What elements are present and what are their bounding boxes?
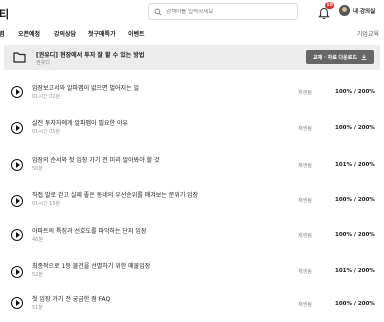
site-logo[interactable]: 티	[0, 6, 9, 22]
lesson-title: 최종적으로 1등 물건을 선별하기 위한 매물임장	[32, 263, 151, 270]
lesson-duration: 01시간 15분	[32, 201, 61, 207]
avatar	[339, 5, 350, 16]
lesson-duration: 50분	[32, 166, 43, 172]
lesson-row[interactable]: 직접 발로 걷고 실제 좋은 동네의 우선순위를 매겨보는 분위기 임장 01시…	[0, 187, 384, 221]
lesson-progress: 101% / 200%	[335, 268, 375, 274]
lesson-progress: 100% / 200%	[335, 89, 375, 95]
play-icon[interactable]	[11, 195, 23, 207]
lesson-progress: 101% / 200%	[335, 162, 375, 168]
lesson-status[interactable]: 재생됨	[298, 125, 312, 132]
folder-icon	[13, 52, 26, 63]
lesson-title: 임장보고서와 알파맵이 없으면 벌어지는 일	[32, 85, 139, 92]
lesson-status[interactable]: 재생됨	[298, 89, 312, 96]
nav-item-consult[interactable]: 강의상담	[54, 29, 76, 38]
lesson-row[interactable]: 첫 임장 가기 전 궁금한 점 FAQ 51분 재생됨 100% / 200%	[0, 292, 384, 322]
course-banner: [권유디] 현장에서 투자 잘 할 수 있는 방법 권유디 교재 · 자료 다운…	[4, 45, 380, 70]
lesson-duration: 46분	[32, 237, 43, 243]
nav-item-events[interactable]: 이벤트	[128, 29, 145, 38]
nav-item-partial[interactable]: 렴	[0, 29, 5, 38]
lesson-title: 직접 발로 걷고 실제 좋은 동네의 우선순위를 매겨보는 분위기 임장	[32, 192, 199, 199]
lesson-duration: 01시간 05분	[32, 129, 61, 135]
lesson-duration: 51분	[32, 305, 43, 311]
nav-item-first-purchase[interactable]: 첫구매특가	[88, 29, 116, 38]
search-icon	[154, 7, 162, 16]
lesson-title: 아파트의 특징과 선호도를 파악하는 단지 임장	[32, 228, 147, 235]
play-icon[interactable]	[11, 266, 23, 278]
lesson-progress: 100% / 200%	[335, 197, 375, 203]
lesson-status[interactable]: 재생됨	[298, 232, 312, 239]
lesson-progress: 100% / 200%	[335, 125, 375, 131]
top-header: 티 10 내 강의실	[0, 0, 384, 24]
nav-item-upcoming[interactable]: 오픈예정	[18, 29, 40, 38]
lesson-row[interactable]: 아파트의 특징과 선호도를 파악하는 단지 임장 46분 재생됨 100% / …	[0, 223, 384, 257]
lesson-progress: 100% / 200%	[335, 301, 375, 307]
download-button-label: 교재 · 자료 다운로드	[313, 54, 357, 61]
lesson-status[interactable]: 재생됨	[298, 162, 312, 169]
lesson-duration: 01시간 02분	[32, 94, 61, 100]
play-icon[interactable]	[11, 86, 23, 98]
lesson-title: 실전 투자자에게 알파맵이 필요한 이유	[32, 120, 128, 127]
play-icon[interactable]	[11, 122, 23, 134]
profile-name: 내 강의실	[353, 8, 376, 15]
profile-menu[interactable]: 내 강의실	[339, 5, 375, 16]
lesson-row[interactable]: 실전 투자자에게 알파맵이 필요한 이유 01시간 05분 재생됨 100% /…	[0, 115, 384, 149]
download-icon	[361, 54, 367, 60]
lesson-title: 첫 임장 가기 전 궁금한 점 FAQ	[32, 296, 111, 303]
lesson-status[interactable]: 재생됨	[298, 301, 312, 308]
nav-item-corporate[interactable]: 기업교육	[357, 29, 379, 38]
lesson-row[interactable]: 임장보고서와 알파맵이 없으면 벌어지는 일 01시간 02분 재생됨 100%…	[0, 80, 384, 114]
lesson-progress: 100% / 200%	[335, 232, 375, 238]
main-nav: 렴 오픈예정 강의상담 첫구매특가 이벤트 기업교육	[0, 26, 384, 40]
play-icon[interactable]	[11, 297, 23, 309]
lesson-title: 임장의 순서와 첫 임장 가기 전 미리 알아봐야 할 것	[32, 157, 160, 164]
lesson-duration: 52분	[32, 272, 43, 278]
play-icon[interactable]	[11, 159, 23, 171]
lesson-row[interactable]: 최종적으로 1등 물건을 선별하기 위한 매물임장 52분 재생됨 101% /…	[0, 258, 384, 292]
lesson-status[interactable]: 재생됨	[298, 197, 312, 204]
course-instructor: 권유디	[36, 60, 50, 66]
search-input[interactable]	[166, 8, 296, 15]
search-box[interactable]	[148, 3, 298, 20]
play-icon[interactable]	[11, 229, 23, 241]
download-materials-button[interactable]: 교재 · 자료 다운로드	[306, 50, 374, 64]
notification-button[interactable]: 10	[318, 2, 334, 19]
lesson-row[interactable]: 임장의 순서와 첫 임장 가기 전 미리 알아봐야 할 것 50분 재생됨 10…	[0, 153, 384, 187]
lesson-status[interactable]: 재생됨	[298, 268, 312, 275]
notification-count-badge: 10	[325, 2, 334, 9]
course-title: [권유디] 현장에서 투자 잘 할 수 있는 방법	[36, 52, 145, 59]
